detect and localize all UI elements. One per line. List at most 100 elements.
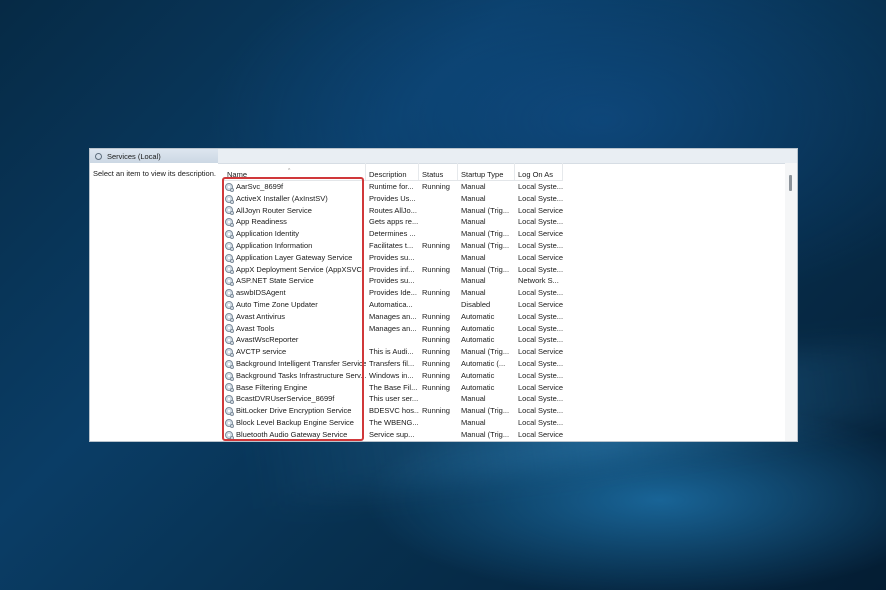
service-log-on-as: Local Service <box>518 382 563 392</box>
service-startup-type: Manual <box>461 417 486 427</box>
service-description: Provides Ide... <box>369 288 417 298</box>
service-status <box>419 205 458 217</box>
service-startup-type: Manual <box>461 182 486 191</box>
service-log-on-as: Network S... <box>518 276 559 286</box>
column-header-status-label: Status <box>422 170 444 179</box>
service-description: The Base Fil... <box>369 382 418 392</box>
services-window: Services (Local) Select an item to view … <box>89 148 798 442</box>
service-description: This user ser... <box>369 394 419 404</box>
service-log-on-as: Local Service <box>518 299 563 309</box>
service-description: Windows in... <box>369 370 414 380</box>
service-startup-type: Manual <box>461 252 486 262</box>
service-startup-type: Manual (Trig... <box>461 429 510 439</box>
service-status <box>419 393 458 405</box>
service-log-on-as: Local Syste... <box>518 323 563 333</box>
service-status: Running <box>422 335 450 345</box>
service-log-on-as: Local Syste... <box>518 370 563 380</box>
column-header-status[interactable]: Status <box>419 163 458 180</box>
service-log-on-as: Local Syste... <box>518 406 563 416</box>
service-status: Running <box>422 323 450 333</box>
scrollbar-thumb[interactable] <box>789 175 792 191</box>
service-description: Determines ... <box>369 229 416 239</box>
service-description: Manages an... <box>369 323 417 333</box>
column-header-description-label: Description <box>369 170 407 179</box>
service-description: This is Audi... <box>369 347 414 357</box>
service-description: Service sup... <box>369 429 415 439</box>
services-gear-icon <box>95 152 102 160</box>
service-description: Gets apps re... <box>369 217 419 227</box>
service-startup-type: Manual (Trig... <box>461 205 510 215</box>
service-startup-type: Automatic <box>461 323 495 333</box>
service-status <box>419 193 458 205</box>
service-startup-type: Manual (Trig... <box>461 264 510 274</box>
window-title: Services (Local) <box>107 151 161 161</box>
service-log-on-as: Local Syste... <box>518 417 563 427</box>
service-startup-type: Disabled <box>461 299 491 309</box>
service-description: BDESVC hos... <box>369 406 419 416</box>
service-startup-type: Manual <box>461 276 486 286</box>
service-status <box>419 252 458 264</box>
service-status: Running <box>422 382 450 392</box>
service-startup-type: Manual <box>461 394 486 404</box>
service-description: Provides inf... <box>369 264 415 274</box>
service-log-on-as: Local Service <box>518 229 563 239</box>
column-header-startup-type-label: Startup Type <box>461 170 504 179</box>
service-description: Provides Us... <box>369 193 416 203</box>
service-status: Running <box>422 370 450 380</box>
service-startup-type: Manual (Trig... <box>461 406 510 416</box>
service-log-on-as: Local Syste... <box>518 217 563 227</box>
service-description: Provides su... <box>369 276 415 286</box>
service-log-on-as: Local Service <box>518 252 563 262</box>
name-column-highlight-box <box>222 177 364 441</box>
service-log-on-as: Local Syste... <box>518 358 563 368</box>
service-log-on-as: Local Service <box>518 205 563 215</box>
service-status: Running <box>422 311 450 321</box>
column-header-log-on-as-label: Log On As <box>518 170 554 179</box>
service-log-on-as: Local Syste... <box>518 394 563 404</box>
column-header-startup-type[interactable]: Startup Type <box>458 163 515 180</box>
service-log-on-as: Local Syste... <box>518 264 563 274</box>
service-startup-type: Manual (Trig... <box>461 240 510 250</box>
service-startup-type: Manual <box>461 288 486 298</box>
service-startup-type: Automatic <box>461 382 495 392</box>
service-status: Running <box>422 288 450 298</box>
service-log-on-as: Local Syste... <box>518 182 563 191</box>
service-log-on-as: Local Syste... <box>518 311 563 321</box>
service-status: Running <box>422 347 450 357</box>
service-status <box>419 429 458 441</box>
service-description: Routes AllJo... <box>369 205 417 215</box>
service-status: Running <box>422 406 450 416</box>
service-status <box>419 228 458 240</box>
column-header-description[interactable]: Description <box>366 163 419 180</box>
service-status <box>419 417 458 429</box>
description-hint: Select an item to view its description. <box>93 169 216 178</box>
service-startup-type: Automatic <box>461 311 495 321</box>
service-log-on-as: Local Syste... <box>518 288 563 298</box>
service-description: The WBENG... <box>369 417 419 427</box>
service-startup-type: Manual (Trig... <box>461 347 510 357</box>
service-description: Automatica... <box>369 299 413 309</box>
service-status <box>419 275 458 287</box>
title-bar: Services (Local) <box>90 149 218 163</box>
service-description <box>366 334 419 346</box>
service-startup-type: Manual <box>461 217 486 227</box>
service-log-on-as: Local Syste... <box>518 240 563 250</box>
service-status <box>419 216 458 228</box>
service-description: Facilitates t... <box>369 240 414 250</box>
service-status: Running <box>422 182 450 191</box>
service-status <box>419 299 458 311</box>
service-description: Runtime for... <box>369 182 414 191</box>
service-status: Running <box>422 240 450 250</box>
service-startup-type: Automatic <box>461 370 495 380</box>
service-startup-type: Automatic <box>461 335 495 345</box>
title-bar-strip <box>218 149 797 164</box>
service-status: Running <box>422 264 450 274</box>
service-startup-type: Manual (Trig... <box>461 229 510 239</box>
service-startup-type: Automatic (... <box>461 358 506 368</box>
vertical-scrollbar[interactable] <box>785 163 797 441</box>
service-description: Transfers fil... <box>369 358 415 368</box>
column-header-log-on-as[interactable]: Log On As <box>515 163 563 180</box>
service-description: Manages an... <box>369 311 417 321</box>
service-log-on-as: Local Syste... <box>518 335 563 345</box>
service-log-on-as: Local Service <box>518 429 563 439</box>
